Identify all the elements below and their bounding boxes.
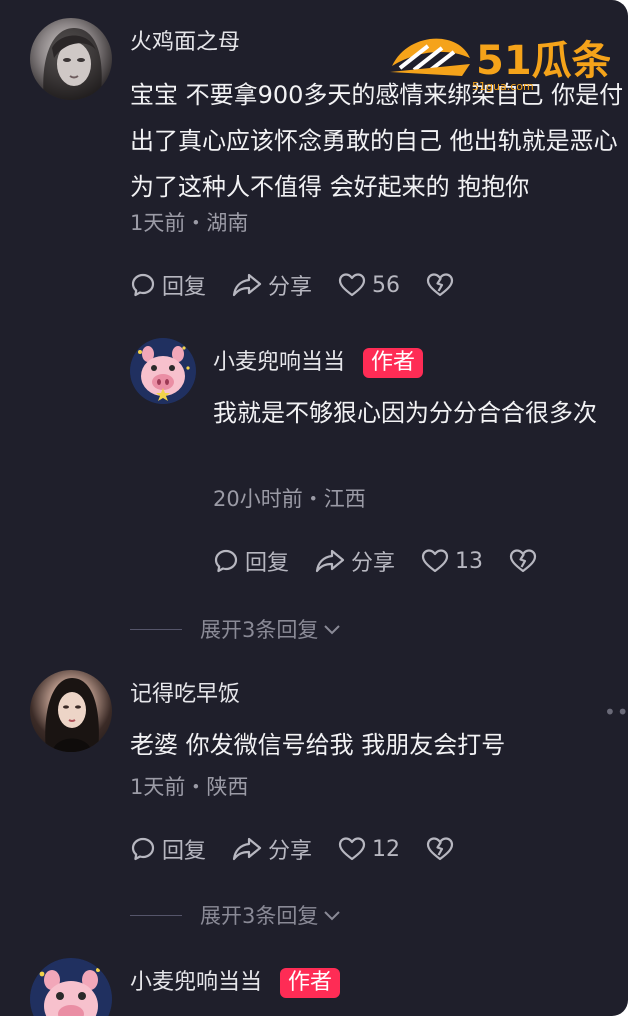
share-arrow-icon	[315, 549, 345, 573]
reply-button[interactable]: 回复	[213, 545, 289, 577]
comment-actions: 回复 分享 12	[130, 832, 480, 866]
username[interactable]: 小麦兜响当当	[213, 350, 345, 375]
like-count: 56	[372, 272, 401, 298]
share-button[interactable]: 分享	[315, 545, 395, 577]
share-arrow-icon	[232, 837, 262, 861]
more-dots-icon: •••	[604, 700, 628, 724]
heart-icon	[338, 837, 366, 861]
share-button[interactable]: 分享	[232, 269, 312, 301]
share-arrow-icon	[232, 273, 262, 297]
dislike-button[interactable]	[509, 548, 537, 574]
broken-heart-icon	[426, 837, 454, 861]
dislike-button[interactable]	[426, 836, 454, 862]
comment-actions: 回复 分享 56	[130, 268, 480, 302]
chevron-down-icon	[324, 911, 341, 921]
reply-label: 回复	[162, 839, 207, 864]
like-count: 12	[372, 836, 401, 862]
reply-label: 回复	[245, 551, 290, 576]
author-badge: 作者	[280, 968, 341, 998]
share-button[interactable]: 分享	[232, 833, 312, 865]
expand-replies-label: 展开3条回复	[200, 618, 319, 642]
heart-icon	[421, 549, 449, 573]
reply-button[interactable]: 回复	[130, 269, 206, 301]
watermelon-logo-icon: 51瓜条 51gua.com	[390, 38, 612, 93]
username[interactable]: 记得吃早饭	[130, 680, 240, 710]
pig-cartoon-icon	[130, 338, 196, 404]
author-badge: 作者	[363, 348, 424, 378]
username[interactable]: 火鸡面之母	[130, 28, 240, 58]
reply-label: 回复	[162, 275, 207, 300]
username-row: 小麦兜响当当 作者	[130, 968, 341, 998]
avatar-author[interactable]	[30, 958, 112, 1016]
site-watermark-logo: 51瓜条 51gua.com	[388, 28, 612, 94]
heart-icon	[338, 273, 366, 297]
comment-meta: 1天前・陕西	[130, 775, 249, 799]
divider	[130, 914, 182, 916]
expand-replies-button[interactable]: 展开3条回复	[130, 900, 342, 930]
broken-heart-icon	[509, 549, 537, 573]
watermark-text: 51瓜条	[476, 38, 610, 84]
username[interactable]: 小麦兜响当当	[130, 970, 262, 995]
comment-text: 我就是不够狠心因为分分合合很多次	[213, 399, 597, 427]
avatar-portrait-icon	[45, 678, 99, 752]
like-count: 13	[455, 548, 484, 574]
comment-meta: 20小时前・江西	[213, 487, 366, 511]
like-button[interactable]: 13	[421, 548, 483, 574]
avatar-user-2[interactable]	[30, 670, 112, 752]
like-button[interactable]: 56	[338, 272, 400, 298]
comment-text: 老婆 你发微信号给我 我朋友会打号	[130, 731, 506, 759]
expand-replies-label: 展开3条回复	[200, 904, 319, 928]
comment-bubble-icon	[131, 837, 155, 861]
share-label: 分享	[268, 839, 313, 864]
comment-bubble-icon	[214, 549, 238, 573]
comment-bubble-icon	[131, 273, 155, 297]
reply-button[interactable]: 回复	[130, 833, 206, 865]
divider	[130, 628, 182, 630]
comment-actions: 回复 分享 13	[213, 544, 563, 578]
more-options-button[interactable]: •••	[604, 700, 628, 724]
avatar-author[interactable]	[130, 338, 196, 404]
watermark-subtext: 51gua.com	[472, 80, 534, 93]
comment-panel: 火鸡面之母 宝宝 不要拿900多天的感情来绑架自己 你是付出了真心应该怀念勇敢的…	[0, 0, 628, 1016]
like-button[interactable]: 12	[338, 836, 400, 862]
avatar-user-1[interactable]	[30, 18, 112, 100]
share-label: 分享	[351, 551, 396, 576]
comment-meta: 1天前・湖南	[130, 211, 249, 235]
share-label: 分享	[268, 275, 313, 300]
dislike-button[interactable]	[426, 272, 454, 298]
expand-replies-button[interactable]: 展开3条回复	[130, 614, 342, 644]
chevron-down-icon	[324, 625, 341, 635]
avatar-portrait-icon	[43, 28, 102, 100]
pig-cartoon-icon	[30, 958, 112, 1016]
username-row: 小麦兜响当当 作者	[213, 348, 424, 378]
broken-heart-icon	[426, 273, 454, 297]
